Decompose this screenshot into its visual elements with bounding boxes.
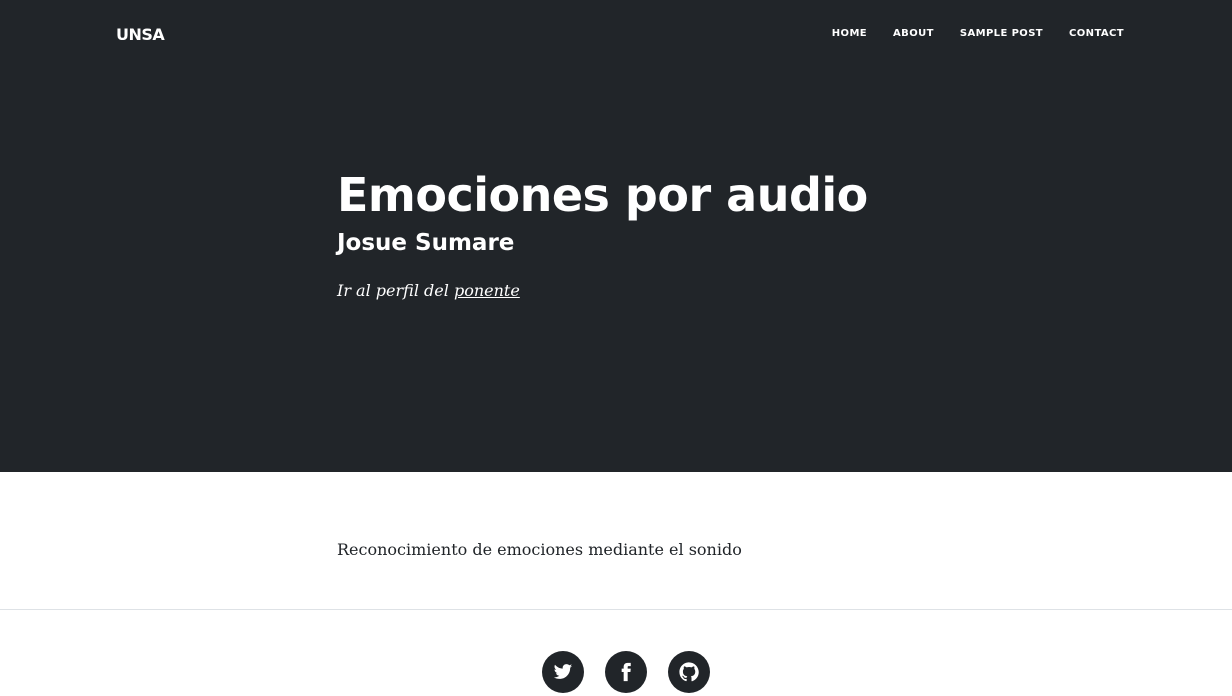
- main-nav: HOME ABOUT SAMPLE POST CONTACT: [832, 27, 1124, 41]
- nav-item-home[interactable]: HOME: [832, 27, 867, 41]
- post-meta-prefix: Ir al perfil del: [337, 281, 454, 300]
- brand-link[interactable]: UNSA: [116, 24, 165, 46]
- masthead: UNSA HOME ABOUT SAMPLE POST CONTACT Emoc…: [0, 0, 1232, 472]
- speaker-profile-link[interactable]: ponente: [454, 281, 520, 300]
- twitter-icon: [553, 664, 573, 679]
- nav-item-contact[interactable]: CONTACT: [1069, 27, 1124, 41]
- github-icon: [679, 662, 699, 682]
- twitter-button[interactable]: [542, 651, 584, 693]
- facebook-icon: [621, 662, 631, 682]
- nav-item-sample-post[interactable]: SAMPLE POST: [960, 27, 1043, 41]
- post-meta: Ir al perfil del ponente: [337, 280, 937, 302]
- post-subtitle: Josue Sumare: [337, 230, 515, 256]
- post-heading: Emociones por audio Josue Sumare Ir al p…: [337, 166, 937, 302]
- post-title: Emociones por audio: [337, 168, 868, 222]
- github-button[interactable]: [668, 651, 710, 693]
- nav-item-about[interactable]: ABOUT: [893, 27, 934, 41]
- social-links: [542, 651, 710, 693]
- post-body: Reconocimiento de emociones mediante el …: [337, 540, 742, 559]
- footer-divider: [0, 609, 1232, 610]
- facebook-button[interactable]: [605, 651, 647, 693]
